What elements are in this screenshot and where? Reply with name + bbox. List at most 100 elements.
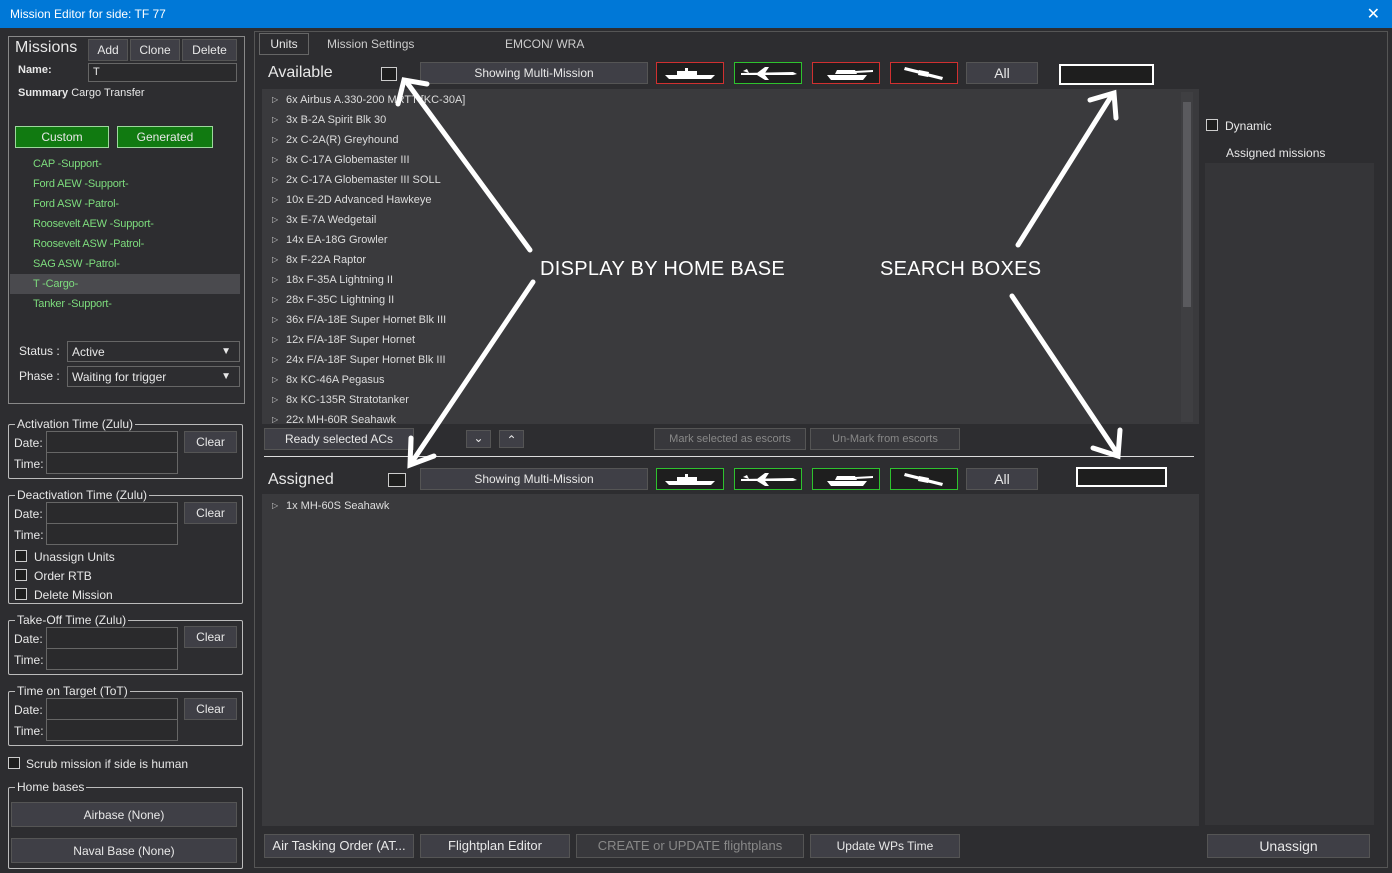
update-wps-time-button[interactable]: Update WPs Time (810, 834, 960, 858)
mission-list-item[interactable]: Ford AEW -Support- (10, 174, 240, 194)
move-up-button[interactable]: ⌃ (499, 430, 524, 448)
add-mission-button[interactable]: Add (88, 39, 128, 61)
unmark-escorts-button[interactable]: Un-Mark from escorts (810, 428, 960, 450)
mission-list-item[interactable]: Ford ASW -Patrol- (10, 194, 240, 214)
available-scrollbar[interactable] (1181, 92, 1193, 422)
expand-icon[interactable]: ▷ (272, 150, 278, 170)
assigned-all-button[interactable]: All (966, 468, 1038, 490)
expand-icon[interactable]: ▷ (272, 390, 278, 410)
available-aircraft-filter[interactable] (734, 62, 802, 84)
naval-base-button[interactable]: Naval Base (None) (11, 838, 237, 863)
available-home-base-checkbox[interactable] (381, 67, 397, 81)
mission-list-item[interactable]: T -Cargo- (10, 274, 240, 294)
available-unit-row[interactable]: ▷ 8x KC-46A Pegasus (270, 370, 1178, 390)
available-unit-row[interactable]: ▷ 3x B-2A Spirit Blk 30 (270, 110, 1178, 130)
ato-button[interactable]: Air Tasking Order (AT... (264, 834, 414, 858)
phase-select[interactable]: Waiting for trigger ▼ (67, 366, 240, 387)
expand-icon[interactable]: ▷ (272, 310, 278, 330)
generated-button[interactable]: Generated (117, 126, 213, 148)
available-unit-row[interactable]: ▷ 8x KC-135R Stratotanker (270, 390, 1178, 410)
expand-icon[interactable]: ▷ (272, 210, 278, 230)
available-unit-row[interactable]: ▷ 3x E-7A Wedgetail (270, 210, 1178, 230)
available-unit-row[interactable]: ▷ 2x C-2A(R) Greyhound (270, 130, 1178, 150)
activation-clear-button[interactable]: Clear (184, 431, 237, 453)
delete-mission-button[interactable]: Delete (182, 39, 237, 61)
expand-icon[interactable]: ▷ (272, 130, 278, 150)
expand-icon[interactable]: ▷ (272, 90, 278, 110)
mark-escorts-button[interactable]: Mark selected as escorts (654, 428, 806, 450)
available-unit-row[interactable]: ▷ 22x MH-60R Seahawk (270, 410, 1178, 424)
available-unit-row[interactable]: ▷ 10x E-2D Advanced Hawkeye (270, 190, 1178, 210)
deactivation-date-input[interactable] (46, 502, 178, 524)
available-tank-filter[interactable] (812, 62, 880, 84)
tot-clear-button[interactable]: Clear (184, 698, 237, 720)
close-icon[interactable]: ✕ (1367, 4, 1380, 24)
available-unit-row[interactable]: ▷ 36x F/A-18E Super Hornet Blk III (270, 310, 1178, 330)
expand-icon[interactable]: ▷ (272, 170, 278, 190)
assigned-missions-list[interactable] (1205, 163, 1374, 825)
create-update-flightplans-button[interactable]: CREATE or UPDATE flightplans (576, 834, 804, 858)
mission-name-input[interactable]: T (88, 63, 237, 82)
dynamic-checkbox[interactable] (1206, 119, 1218, 131)
scrub-mission-checkbox[interactable] (8, 757, 20, 769)
assigned-tank-filter[interactable] (812, 468, 880, 490)
airbase-button[interactable]: Airbase (None) (11, 802, 237, 827)
mission-list-item[interactable]: SAG ASW -Patrol- (10, 254, 240, 274)
deactivation-time-input[interactable] (46, 523, 178, 545)
expand-icon[interactable]: ▷ (272, 270, 278, 290)
unassign-units-checkbox[interactable] (15, 550, 27, 562)
delete-mission-checkbox[interactable] (15, 588, 27, 600)
available-ship-filter[interactable] (656, 62, 724, 84)
assigned-satellite-filter[interactable] (890, 468, 958, 490)
available-unit-row[interactable]: ▷ 28x F-35C Lightning II (270, 290, 1178, 310)
available-unit-row[interactable]: ▷ 6x Airbus A.330-200 MRTT [KC-30A] (270, 90, 1178, 110)
unassign-button[interactable]: Unassign (1207, 834, 1370, 858)
available-search-input[interactable] (1059, 64, 1154, 85)
assigned-aircraft-filter[interactable] (734, 468, 802, 490)
available-all-button[interactable]: All (966, 62, 1038, 84)
tot-date-input[interactable] (46, 698, 178, 720)
expand-icon[interactable]: ▷ (272, 250, 278, 270)
expand-icon[interactable]: ▷ (272, 110, 278, 130)
expand-icon[interactable]: ▷ (272, 230, 278, 250)
status-select[interactable]: Active ▼ (67, 341, 240, 362)
clone-mission-button[interactable]: Clone (130, 39, 180, 61)
activation-time-input[interactable] (46, 452, 178, 474)
available-unit-row[interactable]: ▷ 12x F/A-18F Super Hornet (270, 330, 1178, 350)
available-unit-row[interactable]: ▷ 14x EA-18G Growler (270, 230, 1178, 250)
expand-icon[interactable]: ▷ (272, 496, 278, 516)
order-rtb-checkbox[interactable] (15, 569, 27, 581)
custom-button[interactable]: Custom (15, 126, 109, 148)
assigned-unit-row[interactable]: ▷ 1x MH-60S Seahawk (270, 496, 1178, 516)
expand-icon[interactable]: ▷ (272, 370, 278, 390)
tot-time-input[interactable] (46, 719, 178, 741)
scrollbar-thumb[interactable] (1183, 102, 1191, 307)
flightplan-editor-button[interactable]: Flightplan Editor (420, 834, 570, 858)
mission-list-item[interactable]: Roosevelt AEW -Support- (10, 214, 240, 234)
takeoff-clear-button[interactable]: Clear (184, 626, 237, 648)
available-unit-row[interactable]: ▷ 8x C-17A Globemaster III (270, 150, 1178, 170)
takeoff-time-input[interactable] (46, 648, 178, 670)
assigned-showing-button[interactable]: Showing Multi-Mission (420, 468, 648, 490)
tab-mission-settings[interactable]: Mission Settings (327, 37, 414, 51)
tab-units[interactable]: Units (259, 33, 309, 55)
assigned-ship-filter[interactable] (656, 468, 724, 490)
mission-list-item[interactable]: Tanker -Support- (10, 294, 240, 314)
expand-icon[interactable]: ▷ (272, 330, 278, 350)
assigned-search-input[interactable] (1076, 467, 1167, 487)
expand-icon[interactable]: ▷ (272, 410, 278, 424)
available-unit-row[interactable]: ▷ 2x C-17A Globemaster III SOLL (270, 170, 1178, 190)
expand-icon[interactable]: ▷ (272, 350, 278, 370)
mission-list-item[interactable]: CAP -Support- (10, 154, 240, 174)
expand-icon[interactable]: ▷ (272, 290, 278, 310)
assigned-home-base-checkbox[interactable] (388, 473, 406, 487)
tab-emcon-wra[interactable]: EMCON/ WRA (505, 37, 584, 51)
available-unit-row[interactable]: ▷ 24x F/A-18F Super Hornet Blk III (270, 350, 1178, 370)
available-satellite-filter[interactable] (890, 62, 958, 84)
ready-selected-button[interactable]: Ready selected ACs (264, 428, 414, 450)
activation-date-input[interactable] (46, 431, 178, 453)
deactivation-clear-button[interactable]: Clear (184, 502, 237, 524)
available-showing-button[interactable]: Showing Multi-Mission (420, 62, 648, 84)
expand-icon[interactable]: ▷ (272, 190, 278, 210)
takeoff-date-input[interactable] (46, 627, 178, 649)
